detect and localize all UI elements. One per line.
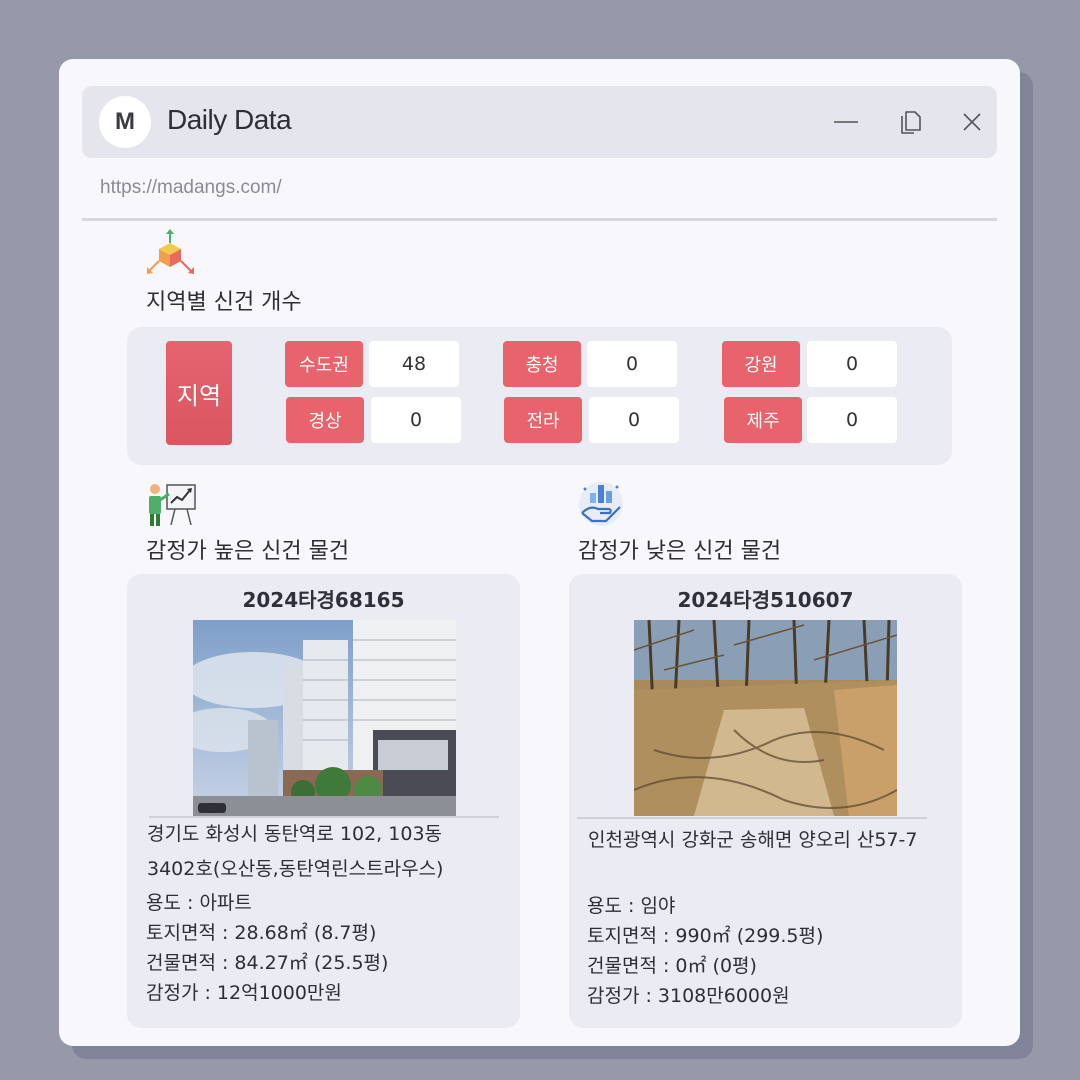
region-tag-chungcheong: 충청 [503,341,581,387]
low-section-title: 감정가 낮은 신건 물건 [578,539,782,564]
presentation-chart-icon [145,479,197,533]
low-appraisal: 감정가 : 3108만6000원 [587,985,790,1007]
region-count-jeolla: 0 [589,397,679,443]
high-property-card[interactable]: 2024타경68165 경기도 화성시 동탄역로 102, 103동 3402호… [127,574,520,1028]
hand-chart-icon [576,479,626,533]
high-building-area: 건물면적 : 84.27㎡ (25.5평) [146,952,389,974]
app-window: M Daily Data https://madangs.com/ 지역별 신건… [59,59,1020,1046]
header-divider [82,218,997,221]
minimize-icon [834,121,858,123]
low-card-divider [577,817,927,819]
copy-button[interactable] [893,104,929,140]
low-property-card[interactable]: 2024타경510607 인천광역시 강화군 송해면 양오리 산57-7 용도 … [569,574,962,1028]
high-address: 경기도 화성시 동탄역로 102, 103동 3402호(오산동,동탄역린스트라… [147,817,443,887]
app-title: Daily Data [167,104,292,135]
region-tag-gyeongsang: 경상 [286,397,364,443]
url-text[interactable]: https://madangs.com/ [100,177,282,199]
title-bar: M Daily Data [82,86,997,158]
region-count-gangwon: 0 [807,341,897,387]
high-land-area: 토지면적 : 28.68㎡ (8.7평) [146,922,377,944]
high-section-title: 감정가 높은 신건 물건 [146,539,350,564]
app-logo: M [99,96,151,148]
close-icon [963,113,981,131]
region-tag-jeolla: 전라 [504,397,582,443]
region-count-jeju: 0 [807,397,897,443]
region-count-gyeongsang: 0 [371,397,461,443]
high-address-line2: 3402호(오산동,동탄역린스트라우스) [147,858,444,880]
low-case-number[interactable]: 2024타경510607 [569,584,962,613]
low-usage: 용도 : 임야 [587,895,676,917]
low-address-line1: 인천광역시 강화군 송해면 양오리 산57-7 [588,829,918,851]
high-property-photo [193,620,456,816]
minimize-button[interactable] [828,104,864,140]
high-case-number[interactable]: 2024타경68165 [127,584,520,613]
high-details: 용도 : 아파트 토지면적 : 28.68㎡ (8.7평) 건물면적 : 84.… [146,888,388,1008]
region-tag-capital: 수도권 [285,341,363,387]
close-button[interactable] [954,104,990,140]
region-tag-gangwon: 강원 [722,341,800,387]
copy-icon [901,111,921,134]
region-section-title: 지역별 신건 개수 [146,290,302,315]
low-address: 인천광역시 강화군 송해면 양오리 산57-7 [588,823,917,858]
region-count-chungcheong: 0 [587,341,677,387]
region-tag-jeju: 제주 [724,397,802,443]
low-land-area: 토지면적 : 990㎡ (299.5평) [587,925,824,947]
region-panel: 지역 수도권 48 충청 0 강원 0 경상 0 전라 0 제주 0 [127,327,952,465]
region-main-label: 지역 [166,341,232,445]
high-address-line1: 경기도 화성시 동탄역로 102, 103동 [147,823,443,845]
3d-axis-cube-icon [145,229,197,281]
low-building-area: 건물면적 : 0㎡ (0평) [587,955,757,977]
high-appraisal: 감정가 : 12억1000만원 [146,982,342,1004]
low-details: 용도 : 임야 토지면적 : 990㎡ (299.5평) 건물면적 : 0㎡ (… [587,891,823,1011]
region-count-capital: 48 [369,341,459,387]
high-usage: 용도 : 아파트 [146,892,252,914]
low-property-photo [634,620,897,816]
